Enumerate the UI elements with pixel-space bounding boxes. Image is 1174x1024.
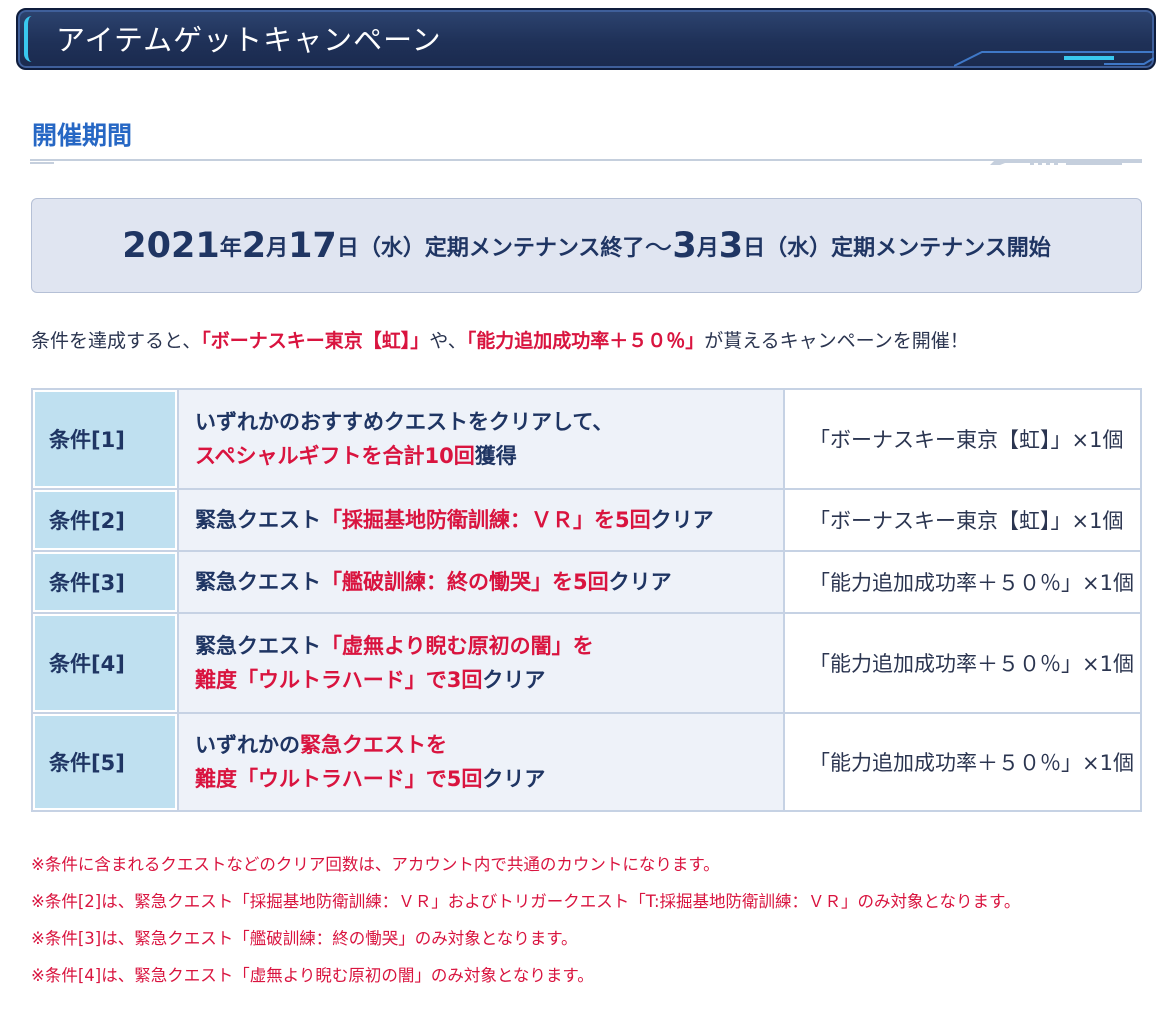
end-day: 3 (718, 225, 744, 266)
condition-text-segment: 「採掘基地防衛訓練：ＶＲ」を5回 (321, 508, 651, 532)
condition-label: 条件[5] (31, 712, 179, 812)
condition-label: 条件[4] (31, 612, 179, 714)
condition-text-segment: 緊急クエストを (300, 733, 447, 757)
condition-text-line: 緊急クエスト「虚無より睨む原初の闇」を (195, 629, 783, 663)
end-event: 定期メンテナンス開始 (831, 235, 1051, 261)
condition-text-line: いずれかの緊急クエストを (195, 728, 783, 762)
section-title-period: 開催期間 (32, 121, 133, 150)
condition-label: 条件[2] (31, 488, 179, 552)
note-item: ※条件[3]は、緊急クエスト「艦破訓練：終の慟哭」のみ対象となります。 (31, 929, 578, 948)
banner-circuit-decoration (954, 51, 1154, 67)
campaign-banner: アイテムゲットキャンペーン (16, 8, 1156, 70)
condition-text-segment: 難度「ウルトラハード」で3回 (195, 668, 483, 692)
condition-row: 条件[4] 緊急クエスト「虚無より睨む原初の闇」を 難度「ウルトラハード」で3回クリ… (31, 612, 1142, 714)
condition-text-segment: クリア (650, 508, 714, 532)
condition-label: 条件[3] (31, 550, 179, 614)
condition-row: 条件[5] いずれかの緊急クエストを 難度「ウルトラハード」で5回クリア 「能力追加成… (31, 712, 1142, 812)
condition-text-segment: クリア (608, 570, 672, 594)
condition-text-segment: 緊急クエスト (195, 570, 321, 594)
intro-item-bonus-key: 「ボーナスキー東京【虹】」 (201, 330, 430, 352)
condition-row: 条件[3] 緊急クエスト「艦破訓練：終の慟哭」を5回クリア 「能力追加成功率＋５０％… (31, 550, 1142, 614)
condition-text-line: いずれかのおすすめクエストをクリアして、 (195, 405, 783, 439)
condition-text-segment: 「艦破訓練：終の慟哭」を5回 (321, 570, 609, 594)
condition-text-line: 緊急クエスト「艦破訓練：終の慟哭」を5回クリア (195, 565, 783, 599)
condition-text-segment: 緊急クエスト (195, 508, 321, 532)
condition-text-segment: スペシャルギフトを合計10回 (195, 444, 475, 468)
condition-text: 緊急クエスト「採掘基地防衛訓練：ＶＲ」を5回クリア (177, 488, 785, 552)
end-month: 3 (672, 225, 697, 266)
condition-text: 緊急クエスト「艦破訓練：終の慟哭」を5回クリア (177, 550, 785, 614)
condition-text-segment: クリア (482, 767, 546, 791)
condition-text-line: 難度「ウルトラハード」で5回クリア (195, 762, 783, 796)
condition-text: いずれかの緊急クエストを 難度「ウルトラハード」で5回クリア (177, 712, 785, 812)
condition-reward: 「ボーナスキー東京【虹】」×1個 (783, 488, 1142, 552)
condition-text-line: 難度「ウルトラハード」で3回クリア (195, 663, 783, 697)
condition-reward: 「能力追加成功率＋５０％」×1個 (783, 612, 1142, 714)
conditions-table: 条件[1] いずれかのおすすめクエストをクリアして、 スペシャルギフトを合計10回獲… (31, 388, 1142, 812)
condition-text-segment: 獲得 (474, 444, 517, 468)
condition-text-segment: いずれかの (195, 733, 300, 757)
condition-text-segment: 難度「ウルトラハード」で5回 (195, 767, 483, 791)
note-item: ※条件[2]は、緊急クエスト「採掘基地防衛訓練：ＶＲ」およびトリガークエスト「T… (31, 892, 1021, 911)
condition-text-segment: クリア (482, 668, 546, 692)
intro-text: 条件を達成すると、「ボーナスキー東京【虹】」や、「能力追加成功率＋５０％」が貰え… (31, 330, 969, 352)
start-year: 2021 (122, 225, 220, 266)
note-item: ※条件に含まれるクエストなどのクリア回数は、アカウント内で共通のカウントになりま… (31, 855, 720, 874)
section-divider (30, 159, 1142, 165)
start-month: 2 (241, 225, 267, 266)
condition-row: 条件[2] 緊急クエスト「採掘基地防衛訓練：ＶＲ」を5回クリア 「ボーナスキー東京【… (31, 488, 1142, 552)
start-day: 17 (288, 225, 337, 266)
end-weekday: （水） (765, 235, 832, 261)
condition-reward: 「能力追加成功率＋５０％」×1個 (783, 712, 1142, 812)
condition-text-line: スペシャルギフトを合計10回獲得 (195, 439, 783, 473)
condition-row: 条件[1] いずれかのおすすめクエストをクリアして、 スペシャルギフトを合計10回獲… (31, 388, 1142, 490)
start-event: 定期メンテナンス終了 (424, 235, 645, 261)
condition-label: 条件[1] (31, 388, 179, 490)
condition-text-segment: いずれかのおすすめクエストをクリアして、 (195, 410, 614, 434)
notes-list: ※条件に含まれるクエストなどのクリア回数は、アカウント内で共通のカウントになりま… (31, 846, 1020, 994)
condition-text: 緊急クエスト「虚無より睨む原初の闇」を 難度「ウルトラハード」で3回クリア (177, 612, 785, 714)
condition-text-line: 緊急クエスト「採掘基地防衛訓練：ＶＲ」を5回クリア (195, 503, 783, 537)
note-item: ※条件[4]は、緊急クエスト「虚無より睨む原初の闇」のみ対象となります。 (31, 966, 594, 985)
banner-title: アイテムゲットキャンペーン (56, 23, 442, 57)
period-box: 2021 年 2 月 17 日（水） 定期メンテナンス終了 ～ 3 月 3 日（水） 定期メンテナンス… (31, 198, 1142, 293)
condition-text: いずれかのおすすめクエストをクリアして、 スペシャルギフトを合計10回獲得 (177, 388, 785, 490)
condition-text-segment: 「虚無より睨む原初の闇」を (321, 634, 594, 658)
start-weekday: （水） (358, 235, 425, 261)
intro-item-ability-rate: 「能力追加成功率＋５０％」 (466, 330, 705, 352)
banner-accent-bar (24, 16, 40, 62)
condition-text-segment: 緊急クエスト (195, 634, 321, 658)
condition-reward: 「能力追加成功率＋５０％」×1個 (783, 550, 1142, 614)
condition-reward: 「ボーナスキー東京【虹】」×1個 (783, 388, 1142, 490)
period-separator: ～ (644, 230, 673, 264)
